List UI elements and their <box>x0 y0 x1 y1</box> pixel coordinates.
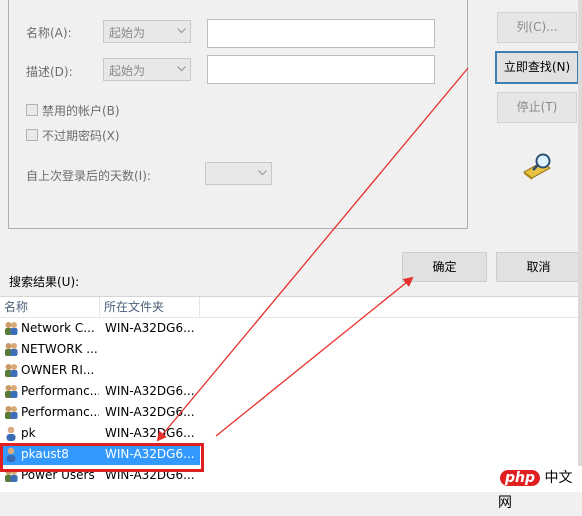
watermark-badge: php <box>500 470 541 486</box>
watermark: php 中文网 <box>498 466 582 511</box>
arrow-to-find-now <box>156 67 469 442</box>
annotation-arrows <box>156 67 469 442</box>
arrow-to-ok <box>215 276 414 437</box>
